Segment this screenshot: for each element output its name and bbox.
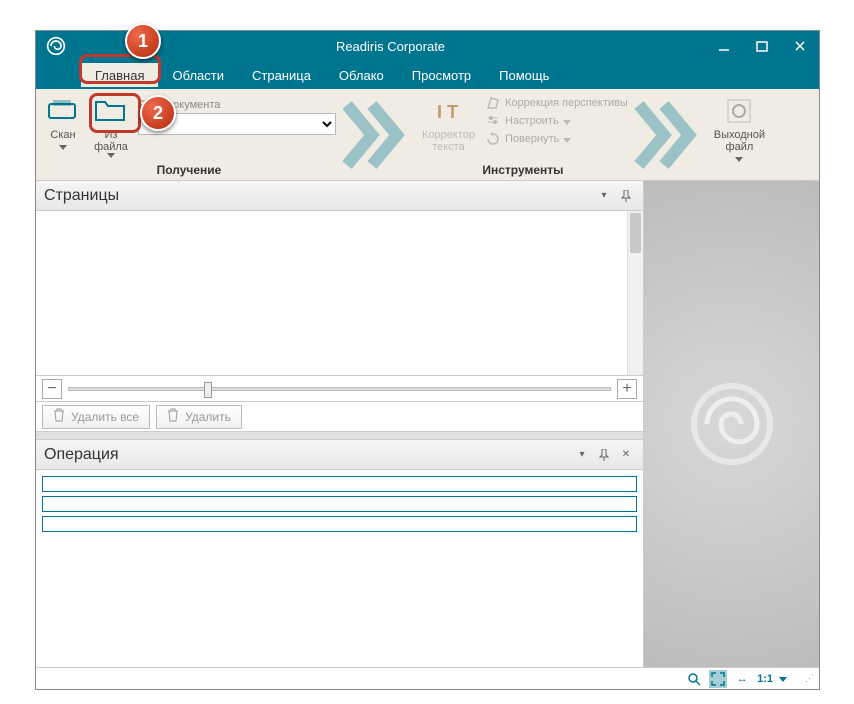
delete-all-label: Удалить все [71, 410, 139, 424]
adjust-label: Настроить [505, 115, 559, 127]
pin-icon[interactable] [595, 446, 613, 464]
text-corrector-label: Корректор текста [422, 129, 475, 153]
window-title: Readiris Corporate [76, 39, 705, 54]
from-file-button[interactable]: Из файла [90, 93, 132, 160]
ops-panel-body [36, 470, 643, 667]
svg-text:T: T [447, 102, 458, 122]
minimize-button[interactable] [705, 31, 743, 61]
operation-progress-1 [42, 476, 637, 492]
zoom-out-button[interactable]: − [42, 379, 62, 399]
app-logo [36, 36, 76, 56]
content-area: Страницы ▾ − + Удалить все Уд [36, 181, 819, 667]
close-button[interactable] [781, 31, 819, 61]
ribbon-separator-chevrons [342, 89, 412, 180]
left-column: Страницы ▾ − + Удалить все Уд [36, 181, 644, 667]
annotation-callout-2: 2 [140, 95, 176, 131]
scan-button[interactable]: Скан [42, 93, 84, 152]
record-icon [727, 95, 751, 127]
output-file-label: Выходной файл [714, 129, 765, 153]
panel-dropdown-icon[interactable]: ▾ [573, 446, 591, 464]
chevron-down-icon [563, 120, 571, 125]
rotate-label: Повернуть [505, 133, 559, 145]
tab-home[interactable]: Главная [81, 63, 158, 87]
chevron-down-icon [107, 153, 115, 158]
zoom-ratio[interactable]: 1:1 [757, 673, 773, 685]
group-label-acquire: Получение [157, 163, 222, 180]
rotate-icon [485, 131, 501, 147]
close-panel-icon[interactable]: ✕ [617, 446, 635, 464]
panel-gap [36, 432, 643, 440]
from-file-label: Из файла [94, 129, 128, 153]
tab-page[interactable]: Страница [238, 63, 325, 87]
tab-areas[interactable]: Области [158, 63, 238, 87]
tab-view[interactable]: Просмотр [398, 63, 485, 87]
pages-thumbnails-area [36, 211, 643, 376]
pages-panel-header: Страницы ▾ [36, 181, 643, 211]
scan-label: Скан [50, 129, 75, 141]
chevron-down-icon [59, 145, 67, 150]
preview-pane [644, 181, 819, 667]
panel-dropdown-icon[interactable]: ▾ [595, 187, 613, 205]
delete-all-button[interactable]: Удалить все [42, 405, 150, 429]
maximize-button[interactable] [743, 31, 781, 61]
group-label-tools: Инструменты [482, 163, 563, 180]
fit-to-screen-icon[interactable] [709, 670, 727, 688]
delete-buttons-row: Удалить все Удалить [36, 402, 643, 432]
trash-icon [167, 408, 179, 425]
text-corrector-button[interactable]: IT Корректор текста [418, 93, 479, 155]
fit-width-icon[interactable]: ↔ [733, 670, 751, 688]
window-controls [705, 31, 819, 61]
ribbon-group-tools: IT Корректор текста Коррекция перспектив… [412, 89, 634, 180]
operation-progress-3 [42, 516, 637, 532]
preview-watermark-icon [687, 379, 777, 469]
pages-title: Страницы [44, 187, 119, 205]
rotate-button[interactable]: Повернуть [485, 131, 628, 147]
pin-icon[interactable] [617, 187, 635, 205]
ribbon-group-output: Выходной файл [704, 89, 775, 180]
ribbon-tabs: Главная Области Страница Облако Просмотр… [36, 61, 819, 89]
perspective-icon [485, 95, 501, 111]
output-file-button[interactable]: Выходной файл [710, 93, 769, 164]
adjust-icon [485, 113, 501, 129]
perspective-label: Коррекция перспективы [505, 97, 628, 109]
search-icon[interactable] [685, 670, 703, 688]
statusbar: ↔ 1:1 ⋰ [36, 667, 819, 689]
operation-progress-2 [42, 496, 637, 512]
ribbon-separator-chevrons-2 [634, 89, 704, 180]
tab-cloud[interactable]: Облако [325, 63, 398, 87]
chevron-down-icon [735, 157, 743, 162]
text-corrector-icon: IT [433, 95, 463, 127]
ops-panel-header: Операция ▾ ✕ [36, 440, 643, 470]
zoom-in-button[interactable]: + [617, 379, 637, 399]
scanner-icon [48, 95, 78, 127]
thumbnail-zoom-row: − + [36, 376, 643, 402]
trash-icon [53, 408, 65, 425]
ribbon-group-acquire: Скан Из файла Язык документа Получение [36, 89, 342, 180]
zoom-slider[interactable] [68, 387, 611, 391]
chevron-down-icon [563, 138, 571, 143]
resize-grip-icon[interactable]: ⋰ [805, 673, 813, 684]
chevron-down-icon[interactable] [779, 677, 787, 682]
adjust-button[interactable]: Настроить [485, 113, 628, 129]
ops-title: Операция [44, 446, 119, 464]
folder-icon [94, 95, 128, 127]
tab-help[interactable]: Помощь [485, 63, 563, 87]
delete-button[interactable]: Удалить [156, 405, 242, 429]
delete-label: Удалить [185, 410, 231, 424]
annotation-callout-1: 1 [125, 23, 161, 59]
perspective-button[interactable]: Коррекция перспективы [485, 95, 628, 111]
pages-scrollbar[interactable] [627, 211, 643, 375]
svg-text:I: I [437, 102, 442, 122]
